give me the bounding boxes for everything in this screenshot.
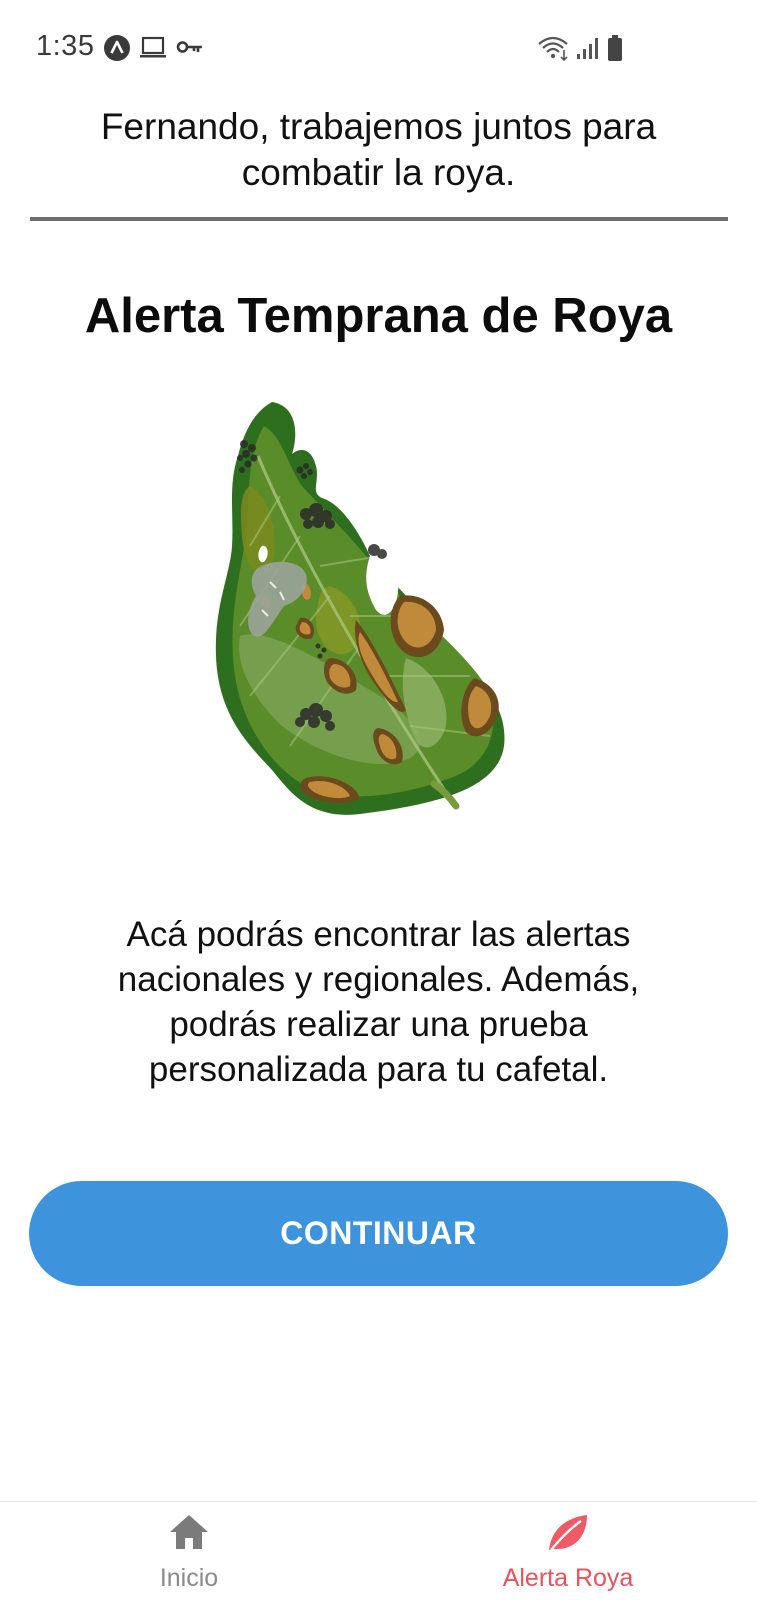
bottom-navigation: Inicio Alerta Roya xyxy=(0,1501,757,1600)
home-icon xyxy=(170,1515,208,1549)
nav-item-alerta-roya[interactable]: Alerta Roya xyxy=(379,1502,757,1600)
leaf-icon xyxy=(549,1515,587,1551)
vpn-key-icon xyxy=(176,41,202,53)
coffee-leaf-rust-illustration xyxy=(215,402,505,815)
app-notification-icon xyxy=(104,35,130,61)
wifi-icon xyxy=(538,36,568,62)
laptop-icon xyxy=(140,36,166,58)
page-title: Alerta Temprana de Roya xyxy=(84,289,673,343)
description-text: Acá podrás encontrar las alertas naciona… xyxy=(117,915,640,1089)
battery-icon xyxy=(608,35,622,61)
nav-label-inicio: Inicio xyxy=(159,1564,219,1592)
screen: 1:35 Fernando, trabajemos juntos para co… xyxy=(0,0,757,1600)
greeting-header: Fernando, trabajemos juntos para combati… xyxy=(100,106,657,193)
nav-item-inicio[interactable]: Inicio xyxy=(0,1502,378,1600)
header-divider xyxy=(30,217,728,221)
status-bar: 1:35 xyxy=(0,0,757,96)
nav-label-alerta-roya: Alerta Roya xyxy=(502,1564,634,1592)
signal-icon xyxy=(577,38,598,59)
continue-button[interactable]: CONTINUAR xyxy=(29,1181,728,1286)
status-time: 1:35 xyxy=(36,30,95,62)
